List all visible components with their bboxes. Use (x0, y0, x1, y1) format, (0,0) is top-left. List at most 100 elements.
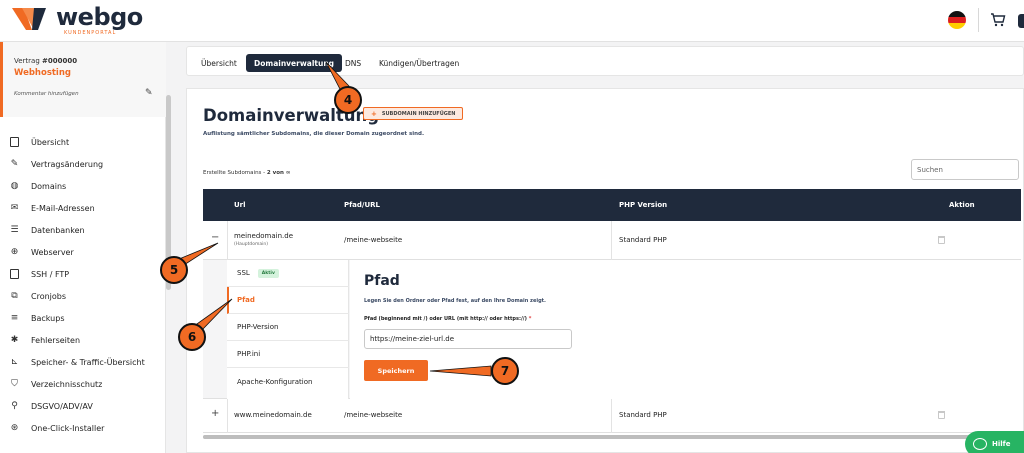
main-area: Übersicht Domainverwaltung DNS Kündigen/… (186, 42, 1024, 453)
sidebar-item-dsgvo[interactable]: ⚲ DSGVO/ADV/AV (9, 398, 93, 414)
table-row: − meinedomain.de (Hauptdomain) /meine-we… (203, 221, 1021, 260)
contract-card: Vertrag #000000 Webhosting Kommentar hin… (0, 42, 166, 117)
file-icon (9, 137, 20, 148)
sidebar-item-one-click-installer[interactable]: ⊛ One-Click-Installer (9, 420, 105, 436)
status-badge: Aktiv (257, 268, 279, 278)
database-icon: ☰ (10, 225, 19, 235)
column-php-version: PHP Version (619, 201, 668, 209)
user-key-icon: ⚲ (11, 401, 18, 411)
add-subdomain-label: SUBDOMAIN HINZUFÜGEN (381, 110, 456, 117)
sidebar-item-webserver[interactable]: ⊕ Webserver (9, 244, 74, 260)
sidebar-item-ssh-ftp[interactable]: SSH / FTP (9, 266, 69, 282)
sidebar-item-label: Datenbanken (31, 225, 85, 235)
sidebar-item-verzeichnisschutz[interactable]: ⛉ Verzeichnisschutz (9, 376, 102, 392)
tab-kuendigen-uebertragen[interactable]: Kündigen/Übertragen (371, 54, 467, 72)
sidebar-item-speicher-traffic[interactable]: ⊾ Speicher- & Traffic-Übersicht (9, 354, 145, 370)
sidebar-item-label: Cronjobs (31, 291, 67, 301)
bug-icon: ✱ (10, 335, 19, 345)
add-subdomain-button[interactable]: + SUBDOMAIN HINZUFÜGEN (363, 107, 464, 120)
column-url: Url (234, 201, 246, 209)
plus-icon: + (371, 109, 377, 118)
tab-domainverwaltung[interactable]: Domainverwaltung (246, 54, 343, 72)
tab-dns[interactable]: DNS (337, 54, 369, 72)
column-path: Pfad/URL (344, 201, 381, 209)
menu-item-pfad[interactable]: Pfad (227, 287, 349, 314)
sidebar-item-uebersicht[interactable]: Übersicht (9, 134, 69, 150)
sidebar-item-datenbanken[interactable]: ☰ Datenbanken (9, 222, 85, 238)
table-header: Url Pfad/URL PHP Version Aktion (203, 189, 1021, 221)
path-input[interactable]: https://meine-ziel-url.de (364, 329, 572, 349)
search-input[interactable] (911, 159, 1019, 180)
row-path: /meine-webseite (344, 411, 403, 419)
row-url: www.meinedomain.de (234, 411, 312, 419)
contract-plan: Webhosting (14, 68, 71, 78)
row-php: Standard PHP (619, 236, 667, 244)
tab-bar: Übersicht Domainverwaltung DNS Kündigen/… (186, 46, 1024, 76)
row-php: Standard PHP (619, 411, 667, 419)
sidebar: Vertrag #000000 Webhosting Kommentar hin… (0, 42, 166, 453)
shield-icon: ⛉ (11, 379, 18, 389)
trash-icon[interactable] (938, 236, 945, 244)
add-comment-link[interactable]: Kommentar hinzufügen (14, 91, 79, 97)
form-title: Pfad (364, 273, 400, 289)
save-button[interactable]: Speichern (364, 360, 428, 381)
row-divider (227, 399, 228, 433)
cart-icon[interactable] (990, 12, 1006, 28)
sidebar-item-label: Backups (31, 313, 65, 323)
menu-item-php-ini[interactable]: PHP.ini (227, 341, 349, 368)
callout-5: 5 (160, 256, 188, 284)
sidebar-item-label: E-Mail-Adressen (31, 203, 95, 213)
flag-de-icon[interactable] (948, 11, 966, 29)
content-panel: Domainverwaltung + SUBDOMAIN HINZUFÜGEN … (186, 88, 1024, 453)
user-icon[interactable] (1018, 14, 1024, 28)
sidebar-item-label: DSGVO/ADV/AV (31, 401, 93, 411)
header-divider (978, 8, 979, 32)
sidebar-item-fehlerseiten[interactable]: ✱ Fehlerseiten (9, 332, 80, 348)
help-label: Hilfe (992, 440, 1011, 448)
form-description: Legen Sie den Ordner oder Pfad fest, auf… (364, 298, 546, 304)
webgo-logo[interactable]: webgo KUNDENPORTAL (12, 3, 143, 36)
sidebar-item-cronjobs[interactable]: ⧉ Cronjobs (9, 288, 66, 304)
path-field-label: Pfad (beginnend mit /) oder URL (mit htt… (364, 316, 532, 322)
scrollbar-thumb[interactable] (203, 435, 1003, 439)
detail-menu: SSL Aktiv Pfad PHP-Version PHP.ini Apach… (227, 260, 349, 399)
clock-icon: ⧉ (11, 291, 18, 301)
sidebar-item-backups[interactable]: ≡ Backups (9, 310, 65, 326)
webgo-logo-mark-icon (12, 8, 46, 30)
column-action: Aktion (949, 201, 975, 209)
tab-uebersicht[interactable]: Übersicht (193, 54, 245, 72)
menu-item-apache-config[interactable]: Apache-Konfiguration (227, 368, 349, 395)
subdomain-detail: SSL Aktiv Pfad PHP-Version PHP.ini Apach… (203, 260, 1021, 399)
sidebar-item-label: Verzeichnisschutz (31, 379, 103, 389)
collapse-toggle[interactable]: − (211, 232, 219, 243)
menu-item-label: SSL (237, 269, 250, 277)
sidebar-item-label: Speicher- & Traffic-Übersicht (31, 357, 145, 367)
menu-item-php-version[interactable]: PHP-Version (227, 314, 349, 341)
callout-6: 6 (178, 323, 206, 351)
help-button[interactable]: Hilfe (965, 431, 1024, 453)
menu-item-ssl[interactable]: SSL Aktiv (227, 260, 349, 287)
sidebar-item-label: Webserver (31, 247, 74, 257)
sidebar-item-email[interactable]: ✉ E-Mail-Adressen (9, 200, 95, 216)
contract-line: Vertrag #000000 (14, 57, 78, 65)
callout-7: 7 (491, 357, 519, 385)
edit-icon: ✎ (10, 159, 19, 169)
mail-icon: ✉ (10, 203, 19, 213)
pencil-icon[interactable]: ✎ (145, 88, 153, 98)
page-description: Auflistung sämtlicher Subdomains, die di… (203, 131, 425, 137)
table-scrollbar[interactable] (203, 435, 1021, 439)
trash-icon[interactable] (938, 411, 945, 419)
expand-toggle[interactable]: + (211, 408, 219, 419)
sidebar-item-label: Übersicht (31, 137, 70, 147)
download-icon: ⊛ (10, 423, 19, 433)
brand-name: webgo (56, 3, 143, 31)
row-divider (611, 221, 612, 260)
row-divider (227, 221, 228, 260)
stack-icon: ≡ (10, 313, 19, 323)
sidebar-item-label: Fehlerseiten (31, 335, 81, 345)
terminal-icon (9, 269, 20, 280)
sidebar-item-domains[interactable]: ◍ Domains (9, 178, 67, 194)
row-url-text: meinedomain.de (234, 232, 294, 240)
sidebar-item-vertragsaenderung[interactable]: ✎ Vertragsänderung (9, 156, 103, 172)
sidebar-item-label: Domains (31, 181, 67, 191)
